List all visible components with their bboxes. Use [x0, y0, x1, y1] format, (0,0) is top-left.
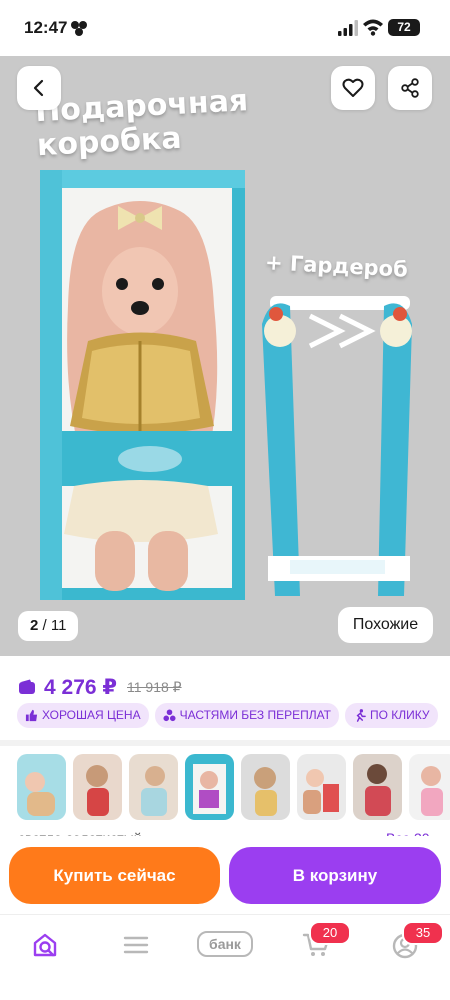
- variant-thumbnail[interactable]: [353, 754, 402, 820]
- variant-thumbnail[interactable]: [129, 754, 178, 820]
- variant-thumbnail[interactable]: [241, 754, 290, 820]
- status-time: 12:47: [24, 18, 68, 37]
- buy-now-button[interactable]: Купить сейчас: [9, 847, 220, 904]
- bottom-navigation: банк 20 35: [0, 914, 450, 1000]
- share-icon: [401, 78, 419, 98]
- cart-count-badge: 20: [309, 921, 351, 945]
- cellular-signal-icon: [338, 20, 358, 36]
- product-image: [40, 170, 412, 600]
- wallet-icon: [19, 679, 35, 694]
- thumbs-up-icon: [25, 709, 38, 722]
- image-counter: 2 / 11: [18, 611, 79, 641]
- badge-label: ПО КЛИКУ: [370, 708, 430, 722]
- promo-title: Подарочная коробка: [34, 83, 249, 164]
- status-bar: 12:47 72: [0, 0, 450, 56]
- product-gallery[interactable]: Подарочная коробка + Гардероб 2 / 11 Пох…: [0, 56, 450, 656]
- bank-tab[interactable]: банк: [197, 931, 253, 957]
- focus-mode-icon: [71, 21, 87, 36]
- runner-icon: [356, 709, 366, 722]
- badge-one-click[interactable]: ПО КЛИКУ: [345, 703, 438, 728]
- back-button[interactable]: [17, 66, 61, 110]
- badge-good-price[interactable]: ХОРОШАЯ ЦЕНА: [17, 703, 149, 728]
- heart-icon: [342, 78, 364, 97]
- purchase-actions: Купить сейчас В корзину: [0, 836, 450, 914]
- variant-thumbnails[interactable]: [17, 754, 450, 821]
- image-counter-total: / 11: [42, 617, 67, 634]
- section-divider: [0, 740, 450, 746]
- add-to-cart-button[interactable]: В корзину: [229, 847, 441, 904]
- variant-thumbnail[interactable]: [409, 754, 450, 820]
- profile-count-badge: 35: [402, 921, 444, 945]
- share-button[interactable]: [388, 66, 432, 110]
- price-row: 4 276 ₽ 11 918 ₽: [18, 672, 182, 702]
- current-price: 4 276 ₽: [44, 675, 117, 699]
- badge-installments[interactable]: ЧАСТЯМИ БЕЗ ПЕРЕПЛАТ: [154, 703, 340, 728]
- image-counter-current: 2: [30, 617, 39, 634]
- chevron-left-icon: [33, 79, 44, 97]
- variant-thumbnail[interactable]: [17, 754, 66, 820]
- badge-label: ЧАСТЯМИ БЕЗ ПЕРЕПЛАТ: [179, 708, 332, 722]
- badge-label: ХОРОШАЯ ЦЕНА: [42, 708, 141, 722]
- variant-thumbnail[interactable]: [185, 754, 234, 820]
- similar-button[interactable]: Похожие: [338, 607, 433, 643]
- old-price: 11 918 ₽: [127, 678, 182, 695]
- wifi-icon: [363, 19, 383, 36]
- battery-indicator: 72: [388, 19, 420, 36]
- catalog-menu-icon[interactable]: [123, 931, 149, 959]
- home-search-icon[interactable]: [31, 931, 59, 959]
- badges-row: ХОРОШАЯ ЦЕНА ЧАСТЯМИ БЕЗ ПЕРЕПЛАТ ПО КЛИ…: [17, 703, 438, 728]
- variant-thumbnail[interactable]: [73, 754, 122, 820]
- installments-icon: [163, 709, 176, 722]
- favorite-button[interactable]: [331, 66, 375, 110]
- variant-thumbnail[interactable]: [297, 754, 346, 820]
